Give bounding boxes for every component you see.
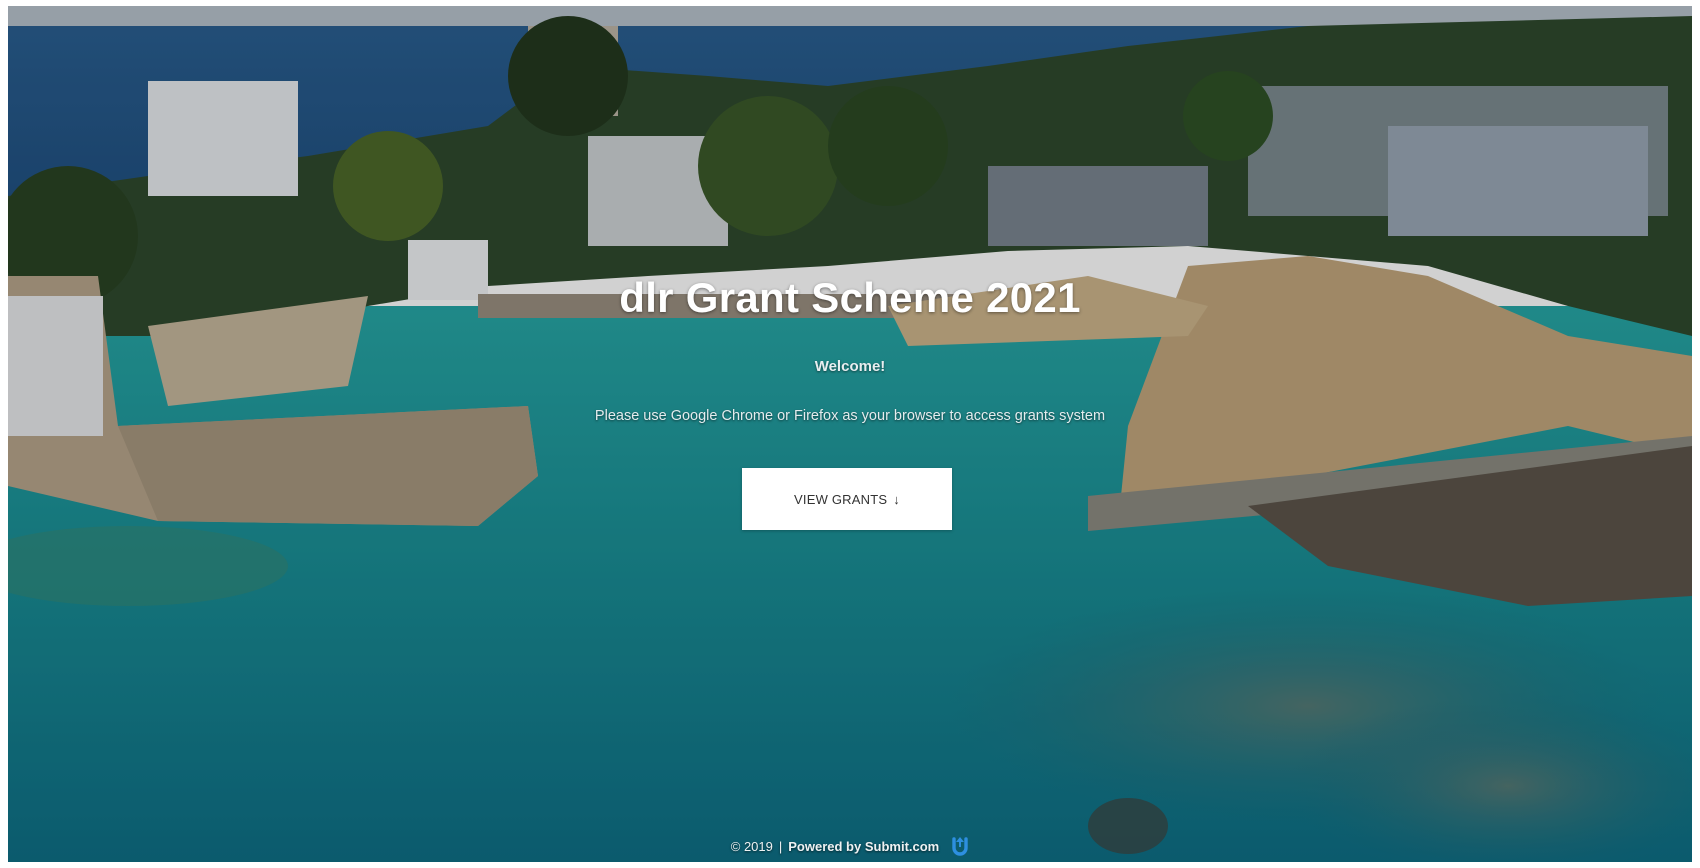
hero-section: dlr Grant Scheme 2021 Welcome! Please us…	[8, 6, 1692, 862]
arrow-down-icon: ↓	[893, 491, 900, 507]
footer: © 2019 | Powered by Submit.com	[8, 836, 1692, 856]
submit-logo-icon[interactable]	[951, 836, 969, 856]
view-grants-button[interactable]: VIEW GRANTS ↓	[742, 468, 952, 530]
copyright-text: © 2019	[730, 838, 773, 854]
hero-content: dlr Grant Scheme 2021 Welcome! Please us…	[8, 6, 1692, 862]
footer-separator: |	[778, 838, 783, 854]
page-title: dlr Grant Scheme 2021	[619, 274, 1081, 321]
view-grants-label: VIEW GRANTS	[794, 491, 888, 507]
powered-by-link[interactable]: Powered by Submit.com	[788, 839, 939, 854]
welcome-text: Welcome!	[814, 358, 886, 375]
browser-note: Please use Google Chrome or Firefox as y…	[594, 408, 1106, 424]
